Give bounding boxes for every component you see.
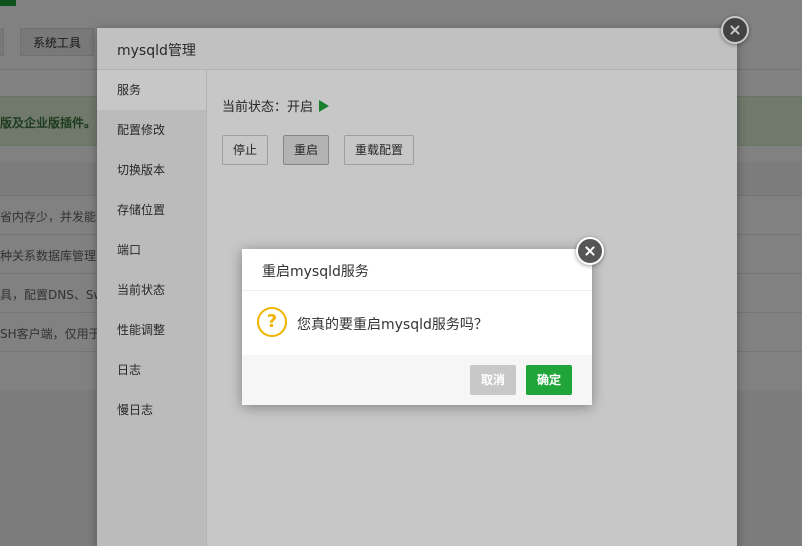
dialog-title-bar: 重启mysqld服务 — [242, 249, 592, 291]
confirm-button[interactable]: 确定 — [526, 365, 573, 395]
dialog-close-icon[interactable] — [576, 237, 604, 265]
dialog-body: ? 您真的要重启mysqld服务吗？ — [242, 291, 592, 355]
dialog-footer: 取消 确定 — [242, 355, 592, 405]
cancel-button[interactable]: 取消 — [470, 365, 517, 395]
dialog-message: 您真的要重启mysqld服务吗？ — [297, 317, 488, 333]
restart-confirm-dialog: 重启mysqld服务 ? 您真的要重启mysqld服务吗？ 取消 确定 — [242, 249, 592, 405]
dialog-title: 重启mysqld服务 — [262, 264, 369, 280]
question-icon: ? — [257, 307, 287, 337]
